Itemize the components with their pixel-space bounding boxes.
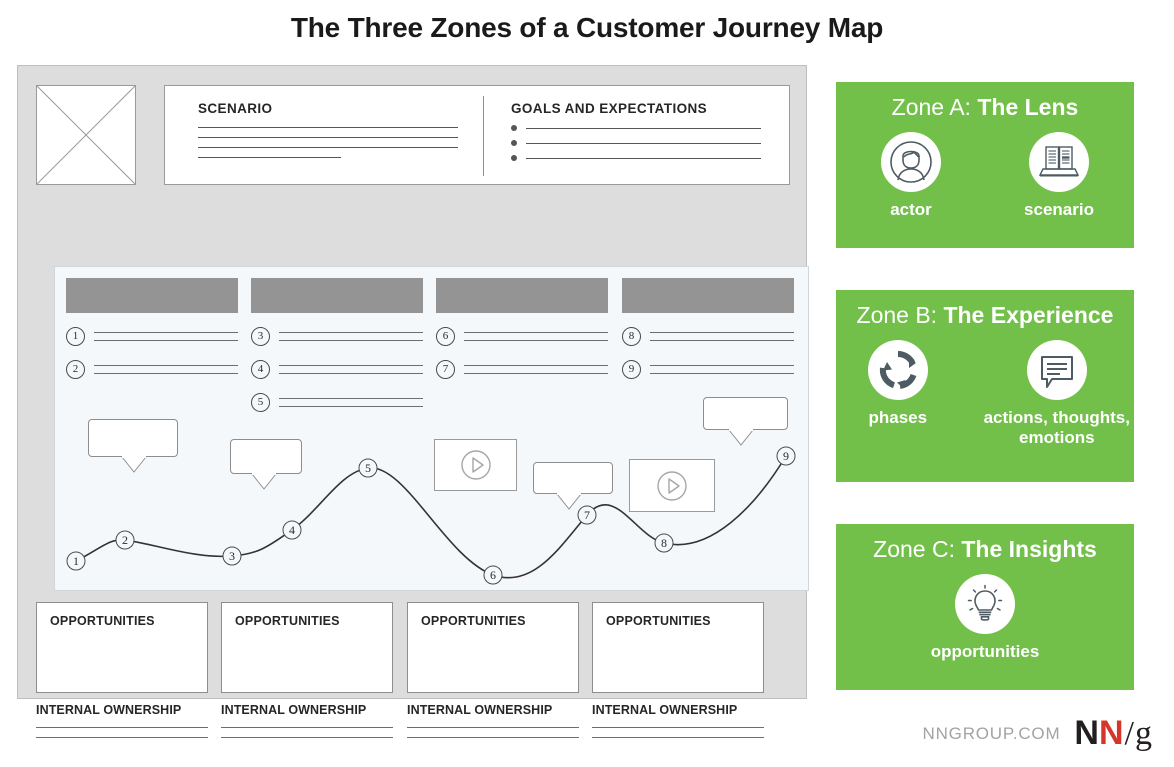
zone-c-name: The Insights [961, 536, 1097, 562]
opportunities-label: OPPORTUNITIES [606, 614, 711, 628]
ownership-label: INTERNAL OWNERSHIP [407, 703, 553, 717]
ownership-placeholder-lines [407, 727, 579, 738]
placeholder-line [198, 147, 458, 148]
journey-map-diagram: SCENARIO GOALS AND EXPECTATIONS 1 2 3 4 … [17, 65, 809, 738]
opportunities-box: OPPORTUNITIES [592, 602, 764, 693]
zone-b-name: The Experience [943, 302, 1114, 328]
goals-bullet-item [511, 155, 761, 161]
opportunities-box: OPPORTUNITIES [221, 602, 393, 693]
ownership-label: INTERNAL OWNERSHIP [221, 703, 367, 717]
svg-text:7: 7 [584, 508, 590, 522]
insights-row: OPPORTUNITIES INTERNAL OWNERSHIP OPPORTU… [36, 602, 790, 738]
emotion-journey-curve: 1 2 3 4 5 6 7 8 9 [66, 446, 796, 585]
svg-text:3: 3 [229, 549, 235, 563]
nng-logo-n2: N [1098, 714, 1124, 752]
opportunity-column: OPPORTUNITIES INTERNAL OWNERSHIP [36, 602, 208, 747]
placeholder-line [526, 142, 761, 144]
ownership-placeholder-lines [221, 727, 393, 738]
speech-bubble-icon [1026, 340, 1087, 401]
bullet-dot-icon [511, 140, 517, 146]
opportunity-column: OPPORTUNITIES INTERNAL OWNERSHIP [407, 602, 579, 747]
opportunities-box: OPPORTUNITIES [36, 602, 208, 693]
nng-logo-slash: / [1124, 715, 1134, 752]
svg-text:2: 2 [122, 533, 128, 547]
legend-zone-b: Zone B: The Experience phases actions, t… [836, 290, 1134, 482]
bullet-dot-icon [511, 125, 517, 131]
placeholder-line [526, 127, 761, 129]
placeholder-line [198, 137, 458, 138]
actor-image-placeholder [36, 85, 136, 185]
nng-logo: N N / g [1074, 716, 1152, 751]
placeholder-line [198, 127, 458, 128]
opportunities-label: OPPORTUNITIES [50, 614, 155, 628]
page-title: The Three Zones of a Customer Journey Ma… [290, 12, 884, 43]
zone-c-items: opportunities [836, 574, 1134, 662]
zone-a-name: The Lens [977, 94, 1079, 120]
svg-text:1: 1 [73, 554, 79, 568]
svg-text:8: 8 [661, 536, 667, 550]
zone-c-prefix: Zone C: [873, 536, 962, 562]
zone-b-prefix: Zone B: [856, 302, 944, 328]
opportunities-label: OPPORTUNITIES [421, 614, 526, 628]
lightbulb-icon [955, 574, 1015, 635]
zone-a-item-actor-label: actor [890, 200, 932, 220]
zone-b-item-phases-label: phases [868, 408, 928, 428]
legend-zone-c: Zone C: The Insights opportunities [836, 524, 1134, 690]
goals-bullet-item [511, 140, 761, 146]
zone-a-heading: Zone A: The Lens [836, 82, 1134, 120]
footer-url: NNGROUP.COM [922, 723, 1061, 743]
legend-zone-a: Zone A: The Lens actor scenario [836, 82, 1134, 248]
goals-bullet-list [511, 125, 761, 161]
zone-a-items: actor scenario [836, 132, 1134, 220]
ownership-placeholder-lines [592, 727, 764, 738]
opportunity-column: OPPORTUNITIES INTERNAL OWNERSHIP [221, 602, 393, 747]
curve-node: 1 2 3 4 5 6 7 8 9 [66, 446, 796, 585]
experience-panel: 1 2 3 4 5 6 7 8 9 1 2 3 4 5 6 7 8 9 [54, 266, 809, 591]
zone-b-heading: Zone B: The Experience [836, 290, 1134, 328]
placeholder-line [526, 157, 761, 159]
bullet-dot-icon [511, 155, 517, 161]
svg-text:9: 9 [783, 449, 789, 463]
nng-logo-n1: N [1074, 714, 1099, 752]
svg-text:6: 6 [490, 568, 496, 582]
footer: NNGROUP.COM N N / g [923, 716, 1152, 751]
scenario-block: SCENARIO [198, 101, 458, 167]
zone-b-item-phases: phases [836, 340, 960, 428]
zone-b-item-actions: actions, thoughts, emotions [980, 340, 1134, 447]
zone-b-items: phases actions, thoughts, emotions [836, 340, 1134, 447]
goals-bullet-item [511, 125, 761, 131]
opportunity-column: OPPORTUNITIES INTERNAL OWNERSHIP [592, 602, 764, 747]
zone-c-heading: Zone C: The Insights [836, 524, 1134, 562]
ownership-label: INTERNAL OWNERSHIP [592, 703, 738, 717]
zone-a-prefix: Zone A: [891, 94, 978, 120]
placeholder-line [198, 157, 341, 158]
opportunities-label: OPPORTUNITIES [235, 614, 340, 628]
svg-text:4: 4 [289, 523, 295, 537]
zone-c-item-opportunities: opportunities [921, 574, 1049, 662]
zone-a-item-scenario-label: scenario [1024, 200, 1094, 220]
opportunities-box: OPPORTUNITIES [407, 602, 579, 693]
open-book-laptop-icon [1029, 132, 1089, 193]
nng-logo-g: g [1135, 715, 1152, 752]
ownership-placeholder-lines [36, 727, 208, 738]
person-avatar-icon [881, 132, 941, 193]
goals-heading: GOALS AND EXPECTATIONS [511, 101, 708, 116]
lens-row: SCENARIO GOALS AND EXPECTATIONS [36, 85, 790, 195]
ownership-label: INTERNAL OWNERSHIP [36, 703, 182, 717]
zone-a-item-actor: actor [847, 132, 975, 220]
zone-c-item-opportunities-label: opportunities [930, 642, 1040, 662]
scenario-placeholder-lines [198, 127, 458, 158]
cycle-arrows-icon [867, 340, 928, 401]
goals-block: GOALS AND EXPECTATIONS [511, 101, 761, 161]
zone-b-item-actions-label: actions, thoughts, emotions [983, 408, 1130, 447]
zone-a-item-scenario: scenario [995, 132, 1123, 220]
scenario-heading: SCENARIO [198, 101, 273, 116]
svg-text:5: 5 [365, 461, 371, 475]
card-divider [483, 96, 484, 176]
scenario-goals-card: SCENARIO GOALS AND EXPECTATIONS [164, 85, 790, 185]
